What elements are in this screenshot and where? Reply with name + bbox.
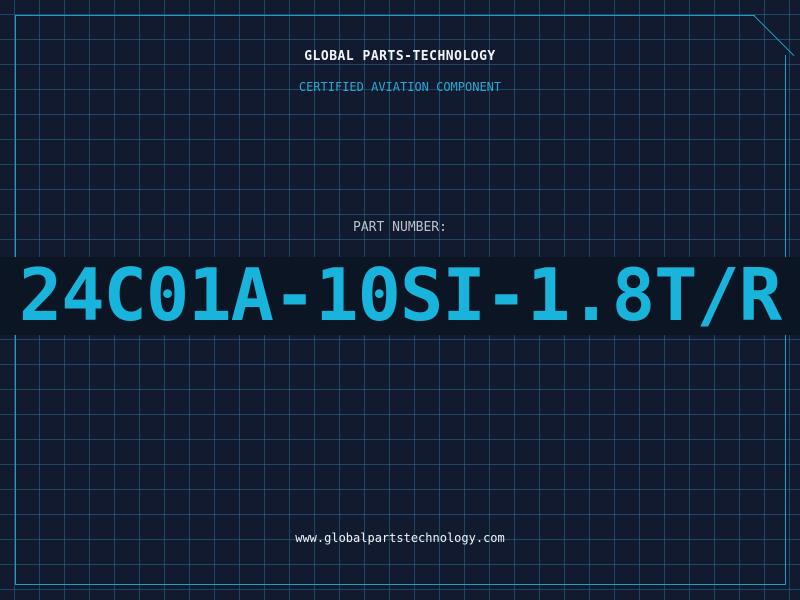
part-number-label: PART NUMBER: <box>353 220 447 235</box>
company-name: GLOBAL PARTS-TECHNOLOGY <box>304 49 496 64</box>
website-url: www.globalpartstechnology.com <box>295 531 505 545</box>
frame-bottom-border <box>15 584 785 585</box>
certification-tagline: CERTIFIED AVIATION COMPONENT <box>298 80 502 94</box>
frame-top-border <box>15 15 755 16</box>
part-number-value: 24C01A-10SI-1.8T/R <box>18 253 782 337</box>
part-label-card: GLOBAL PARTS-TECHNOLOGY CERTIFIED AVIATI… <box>0 0 800 600</box>
